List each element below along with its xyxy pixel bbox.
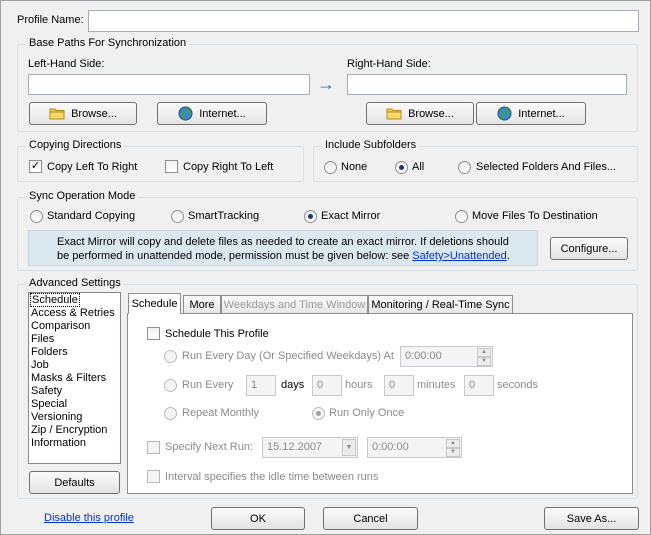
advanced-settings-title: Advanced Settings	[26, 277, 124, 289]
tab-monitoring-realtime[interactable]: Monitoring / Real-Time Sync	[368, 295, 513, 314]
profile-dialog: Profile Name: Base Paths For Synchroniza…	[0, 0, 651, 535]
category-job[interactable]: Job	[31, 359, 49, 371]
folder-icon	[49, 107, 65, 120]
interval-idle-label: Interval specifies the idle time between…	[165, 471, 379, 483]
mode-standard-label: Standard Copying	[47, 210, 136, 222]
sync-mode-title: Sync Operation Mode	[26, 190, 139, 202]
tab-weekdays-time-window[interactable]: Weekdays and Time Window	[221, 295, 368, 314]
subfolders-all-radio[interactable]	[395, 161, 408, 174]
schedule-this-profile-checkbox[interactable]	[147, 327, 160, 340]
hours-input[interactable]: 0	[312, 375, 342, 396]
globe-icon	[178, 106, 193, 121]
category-versioning[interactable]: Versioning	[31, 411, 82, 423]
right-side-label: Right-Hand Side:	[347, 58, 431, 70]
right-internet-label: Internet...	[518, 107, 565, 120]
seconds-input[interactable]: 0	[464, 375, 494, 396]
next-run-date-picker[interactable]: 15.12.2007 ▼	[262, 437, 358, 458]
subfolders-selected-label: Selected Folders And Files...	[476, 161, 617, 173]
right-internet-button[interactable]: Internet...	[476, 102, 586, 125]
copying-directions-title: Copying Directions	[26, 139, 125, 151]
folder-icon	[386, 107, 402, 120]
advanced-category-list: Schedule Access & Retries Comparison Fil…	[28, 292, 121, 464]
category-special[interactable]: Special	[31, 398, 67, 410]
specify-next-run-label: Specify Next Run:	[165, 441, 254, 453]
defaults-button[interactable]: Defaults	[29, 471, 120, 494]
mode-smart-label: SmartTracking	[188, 210, 260, 222]
right-browse-label: Browse...	[408, 107, 454, 120]
tab-schedule[interactable]: Schedule	[128, 293, 181, 314]
seconds-label: seconds	[497, 379, 538, 391]
left-browse-label: Browse...	[71, 107, 117, 120]
time-spinner[interactable]: ▲ ▼	[446, 439, 460, 457]
run-every-radio[interactable]	[164, 379, 177, 392]
copy-left-to-right-checkbox[interactable]: ✓	[29, 160, 42, 173]
mode-smart-radio[interactable]	[171, 210, 184, 223]
category-information[interactable]: Information	[31, 437, 86, 449]
category-schedule[interactable]: Schedule	[30, 293, 80, 307]
run-every-day-label: Run Every Day (Or Specified Weekdays) At	[182, 350, 394, 362]
hours-label: hours	[345, 379, 373, 391]
left-internet-label: Internet...	[199, 107, 246, 120]
category-folders[interactable]: Folders	[31, 346, 68, 358]
left-path-input[interactable]	[28, 74, 310, 95]
mode-move-label: Move Files To Destination	[472, 210, 598, 222]
mode-exact-radio[interactable]	[304, 210, 317, 223]
schedule-tab-panel	[127, 313, 633, 494]
subfolders-all-label: All	[412, 161, 425, 173]
days-input[interactable]: 1	[246, 375, 276, 396]
mode-standard-radio[interactable]	[30, 210, 43, 223]
sync-direction-arrow-icon: →	[317, 74, 335, 94]
ok-button[interactable]: OK	[211, 507, 305, 530]
globe-icon	[497, 106, 512, 121]
include-subfolders-title: Include Subfolders	[322, 139, 420, 151]
left-internet-button[interactable]: Internet...	[157, 102, 267, 125]
run-only-once-radio[interactable]	[312, 407, 325, 420]
right-browse-button[interactable]: Browse...	[366, 102, 474, 125]
minutes-label: minutes	[417, 379, 456, 391]
category-comparison[interactable]: Comparison	[31, 320, 90, 332]
copy-left-to-right-label: Copy Left To Right	[47, 161, 138, 173]
mode-info-box: Exact Mirror will copy and delete files …	[28, 230, 538, 266]
configure-button[interactable]: Configure...	[550, 237, 628, 260]
left-browse-button[interactable]: Browse...	[29, 102, 137, 125]
copy-right-to-left-label: Copy Right To Left	[183, 161, 274, 173]
chevron-down-icon[interactable]: ▼	[342, 439, 356, 456]
run-every-day-radio[interactable]	[164, 350, 177, 363]
run-every-day-time-input[interactable]: 0:00:00 ▲ ▼	[400, 346, 493, 367]
category-files[interactable]: Files	[31, 333, 54, 345]
subfolders-none-radio[interactable]	[324, 161, 337, 174]
cancel-button[interactable]: Cancel	[323, 507, 418, 530]
category-access-retries[interactable]: Access & Retries	[31, 307, 115, 319]
disable-profile-link[interactable]: Disable this profile	[44, 512, 134, 524]
left-side-label: Left-Hand Side:	[28, 58, 105, 70]
right-path-input[interactable]	[347, 74, 627, 95]
copy-right-to-left-checkbox[interactable]	[165, 160, 178, 173]
time-spinner[interactable]: ▲ ▼	[477, 348, 491, 366]
days-label: days	[281, 379, 305, 391]
safety-unattended-link[interactable]: Safety>Unattended	[412, 250, 507, 262]
specify-next-run-checkbox[interactable]	[147, 441, 160, 454]
profile-name-label: Profile Name:	[17, 14, 84, 26]
minutes-input[interactable]: 0	[384, 375, 414, 396]
subfolders-none-label: None	[341, 161, 368, 173]
subfolders-selected-radio[interactable]	[458, 161, 471, 174]
run-every-label: Run Every	[182, 379, 234, 391]
interval-idle-checkbox[interactable]	[147, 470, 160, 483]
mode-move-radio[interactable]	[455, 210, 468, 223]
repeat-monthly-radio[interactable]	[164, 407, 177, 420]
mode-info-line1: Exact Mirror will copy and delete files …	[57, 236, 509, 248]
mode-exact-label: Exact Mirror	[321, 210, 381, 222]
profile-name-input[interactable]	[88, 10, 639, 32]
run-only-once-label: Run Only Once	[329, 407, 405, 419]
schedule-this-profile-label: Schedule This Profile	[165, 328, 269, 340]
repeat-monthly-label: Repeat Monthly	[182, 407, 260, 419]
category-zip-encryption[interactable]: Zip / Encryption	[31, 424, 107, 436]
category-safety[interactable]: Safety	[31, 385, 62, 397]
category-masks-filters[interactable]: Masks & Filters	[31, 372, 106, 384]
next-run-time-input[interactable]: 0:00:00 ▲ ▼	[367, 437, 462, 458]
save-as-button[interactable]: Save As...	[544, 507, 639, 530]
tab-more[interactable]: More	[183, 295, 221, 314]
mode-info-line2: be performed in unattended mode, permiss…	[57, 250, 510, 262]
base-paths-title: Base Paths For Synchronization	[26, 37, 190, 49]
